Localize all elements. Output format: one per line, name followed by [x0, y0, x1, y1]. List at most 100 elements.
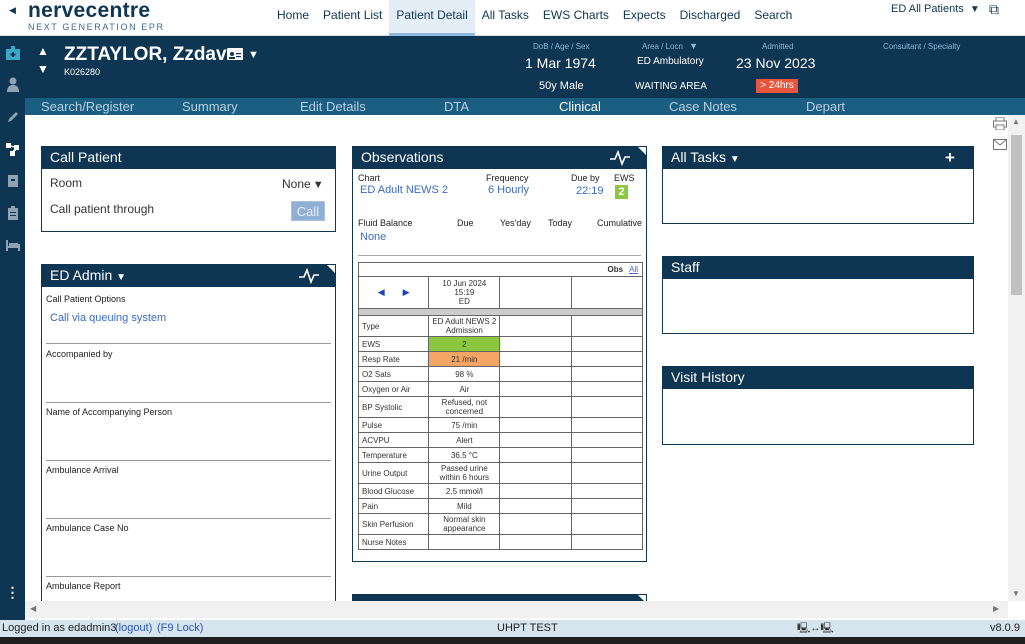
tab-case-notes[interactable]: Case Notes: [669, 98, 737, 115]
admin-field[interactable]: Ambulance Report: [46, 577, 331, 601]
obs-row-value[interactable]: ED Adult NEWS 2 Admission: [428, 315, 501, 337]
admin-field[interactable]: Accompanied by: [46, 345, 331, 403]
scroll-left-icon[interactable]: ◀: [30, 604, 36, 613]
call-button[interactable]: Call: [291, 201, 325, 221]
archive-icon[interactable]: [4, 172, 21, 189]
next-patient-icon[interactable]: ▼: [37, 62, 49, 76]
logo: nervecentre NEXT GENERATION EPR: [28, 0, 165, 32]
staff-title: Staff: [671, 259, 700, 275]
obs-row-value[interactable]: 98 %: [428, 366, 501, 382]
nav-search[interactable]: Search: [747, 0, 799, 36]
tab-search-register[interactable]: Search/Register: [41, 98, 134, 115]
lock-link[interactable]: (F9 Lock): [157, 621, 203, 636]
chart-value[interactable]: ED Adult NEWS 2: [360, 184, 448, 196]
tab-summary[interactable]: Summary: [182, 98, 238, 115]
obs-row-value[interactable]: 36.5 °C: [428, 447, 501, 463]
obs-row-value[interactable]: Alert: [428, 432, 501, 448]
obs-row-value[interactable]: Passed urine within 6 hours: [428, 462, 501, 484]
patient-tabs: Search/Register Summary Edit Details DTA Cli…: [25, 98, 1025, 115]
id-card-icon[interactable]: [227, 48, 243, 60]
obs-row-label: Resp Rate: [357, 351, 430, 367]
obs-row-value[interactable]: Air: [428, 381, 501, 397]
observation-chart-icon[interactable]: [299, 267, 319, 290]
ed-admin-header[interactable]: ED Admin ▼: [42, 265, 335, 287]
print-icon[interactable]: [993, 116, 1007, 135]
obs-row-value[interactable]: [428, 534, 501, 550]
obs-row-value[interactable]: Normal skin appearance: [428, 513, 501, 535]
patient-list-selector[interactable]: ED All Patients ▼: [891, 3, 980, 15]
obs-row-value[interactable]: Refused, not concerned: [428, 396, 501, 418]
admin-field[interactable]: Ambulance Case No: [46, 519, 331, 577]
obs-tab[interactable]: Obs: [608, 265, 624, 274]
obs-date-cell[interactable]: 10 Jun 2024 15:19 ED: [428, 276, 501, 309]
scroll-up-icon[interactable]: ▲: [1012, 117, 1020, 126]
tab-edit-details[interactable]: Edit Details: [300, 98, 366, 115]
next-panel: [352, 594, 647, 601]
tab-clinical[interactable]: Clinical: [559, 98, 601, 115]
obs-prev-icon[interactable]: ◀: [378, 287, 385, 297]
prev-patient-icon[interactable]: ▲: [37, 44, 49, 58]
horizontal-scrollbar[interactable]: ◀ ▶: [25, 601, 1008, 618]
all-tab[interactable]: All: [629, 265, 638, 274]
obs-row-value[interactable]: 75 /min: [428, 417, 501, 433]
nav-ews-charts[interactable]: EWS Charts: [536, 0, 616, 36]
email-icon[interactable]: [993, 137, 1007, 155]
obs-row: BP Systolic Refused, not concerned: [357, 396, 644, 418]
visit-history-header: Visit History: [663, 367, 973, 389]
admin-field[interactable]: Name of Accompanying Person: [46, 403, 331, 461]
obs-row-value[interactable]: 2.5 mmol/l: [428, 483, 501, 499]
nav-all-tasks[interactable]: All Tasks: [475, 0, 536, 36]
bed-icon[interactable]: [4, 236, 21, 253]
doctor-icon[interactable]: [4, 76, 21, 93]
panel-corner: [327, 265, 335, 273]
collapse-arrow-icon[interactable]: ◀: [9, 5, 16, 16]
fluid-divider: [358, 255, 641, 256]
fluid-today-label: Today: [548, 218, 573, 228]
obs-row-label: Urine Output: [357, 462, 430, 484]
area-selector[interactable]: Area / Locn ▼: [642, 41, 698, 51]
obs-empty-cell: [499, 351, 572, 367]
obs-date: 10 Jun 2024: [442, 279, 487, 288]
obs-next-icon[interactable]: ▶: [403, 287, 410, 297]
obs-row-value[interactable]: Mild: [428, 498, 501, 514]
brand-tagline: NEXT GENERATION EPR: [28, 22, 165, 32]
obs-row: Oxygen or Air Air: [357, 381, 644, 397]
tab-depart[interactable]: Depart: [806, 98, 845, 115]
all-tasks-header[interactable]: All Tasks ▼ +: [663, 147, 973, 169]
obs-empty-cell: [499, 462, 572, 484]
patient-menu-icon[interactable]: ▼: [248, 49, 259, 61]
patient-list-label: ED All Patients: [891, 3, 964, 15]
room-select[interactable]: None ▼: [282, 177, 324, 191]
nav-expects[interactable]: Expects: [616, 0, 673, 36]
observation-chart-icon[interactable]: [610, 149, 630, 172]
nav-home[interactable]: Home: [270, 0, 316, 36]
fluid-value[interactable]: None: [360, 231, 386, 243]
app-window: ◀ nervecentre NEXT GENERATION EPR Home Pa…: [0, 0, 1025, 644]
tab-dta[interactable]: DTA: [444, 98, 469, 115]
obs-row-value[interactable]: 21 /min: [428, 351, 501, 367]
workflow-icon[interactable]: [4, 140, 21, 157]
pen-icon[interactable]: [4, 108, 21, 125]
logout-link[interactable]: (logout): [115, 621, 152, 636]
queue-link[interactable]: Call via queuing system: [50, 312, 166, 324]
frequency-value[interactable]: 6 Hourly: [488, 184, 529, 196]
dob-label: DoB / Age / Sex: [533, 42, 590, 51]
obs-separator-row: [358, 308, 643, 316]
hospital-icon[interactable]: [4, 44, 21, 61]
obs-row-label: Blood Glucose: [357, 483, 430, 499]
obs-empty-cell: [570, 432, 644, 448]
nav-patient-detail[interactable]: Patient Detail: [389, 0, 475, 36]
nav-discharged[interactable]: Discharged: [673, 0, 748, 36]
connection-icon: 🖳↔🖳: [797, 623, 834, 634]
add-task-icon[interactable]: +: [945, 147, 955, 168]
admin-field[interactable]: Ambulance Arrival: [46, 461, 331, 519]
new-window-icon[interactable]: ⧉: [989, 1, 999, 18]
more-options-icon[interactable]: ⋮: [4, 584, 21, 601]
nav-patient-list[interactable]: Patient List: [316, 0, 389, 36]
scroll-down-icon[interactable]: ▼: [1012, 589, 1020, 598]
scroll-right-icon[interactable]: ▶: [993, 604, 999, 613]
vertical-scrollbar[interactable]: ▲ ▼: [1008, 115, 1025, 601]
scroll-thumb[interactable]: [1011, 135, 1022, 295]
clipboard-icon[interactable]: [4, 204, 21, 221]
obs-row-value[interactable]: 2: [428, 336, 501, 352]
